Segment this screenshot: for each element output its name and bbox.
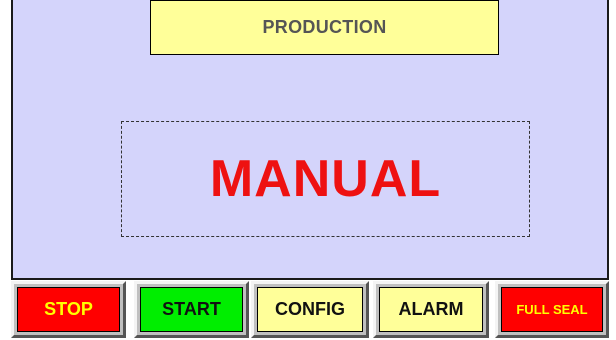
- hmi-screen: PRODUCTION MANUAL STOP START CONFIG ALAR…: [0, 0, 616, 340]
- page-title: PRODUCTION: [150, 0, 499, 55]
- stop-button[interactable]: STOP: [11, 281, 126, 338]
- button-bar: STOP START CONFIG ALARM FULL SEAL: [11, 280, 609, 340]
- main-panel: PRODUCTION MANUAL: [11, 0, 609, 280]
- full-seal-button[interactable]: FULL SEAL: [495, 281, 609, 338]
- alarm-button[interactable]: ALARM: [373, 281, 489, 338]
- start-button-label: START: [140, 287, 243, 332]
- config-button-label: CONFIG: [257, 287, 363, 332]
- full-seal-button-label: FULL SEAL: [501, 287, 603, 332]
- stop-button-label: STOP: [17, 287, 120, 332]
- alarm-button-label: ALARM: [379, 287, 483, 332]
- start-button[interactable]: START: [134, 281, 249, 338]
- mode-display: MANUAL: [121, 121, 530, 237]
- config-button[interactable]: CONFIG: [251, 281, 369, 338]
